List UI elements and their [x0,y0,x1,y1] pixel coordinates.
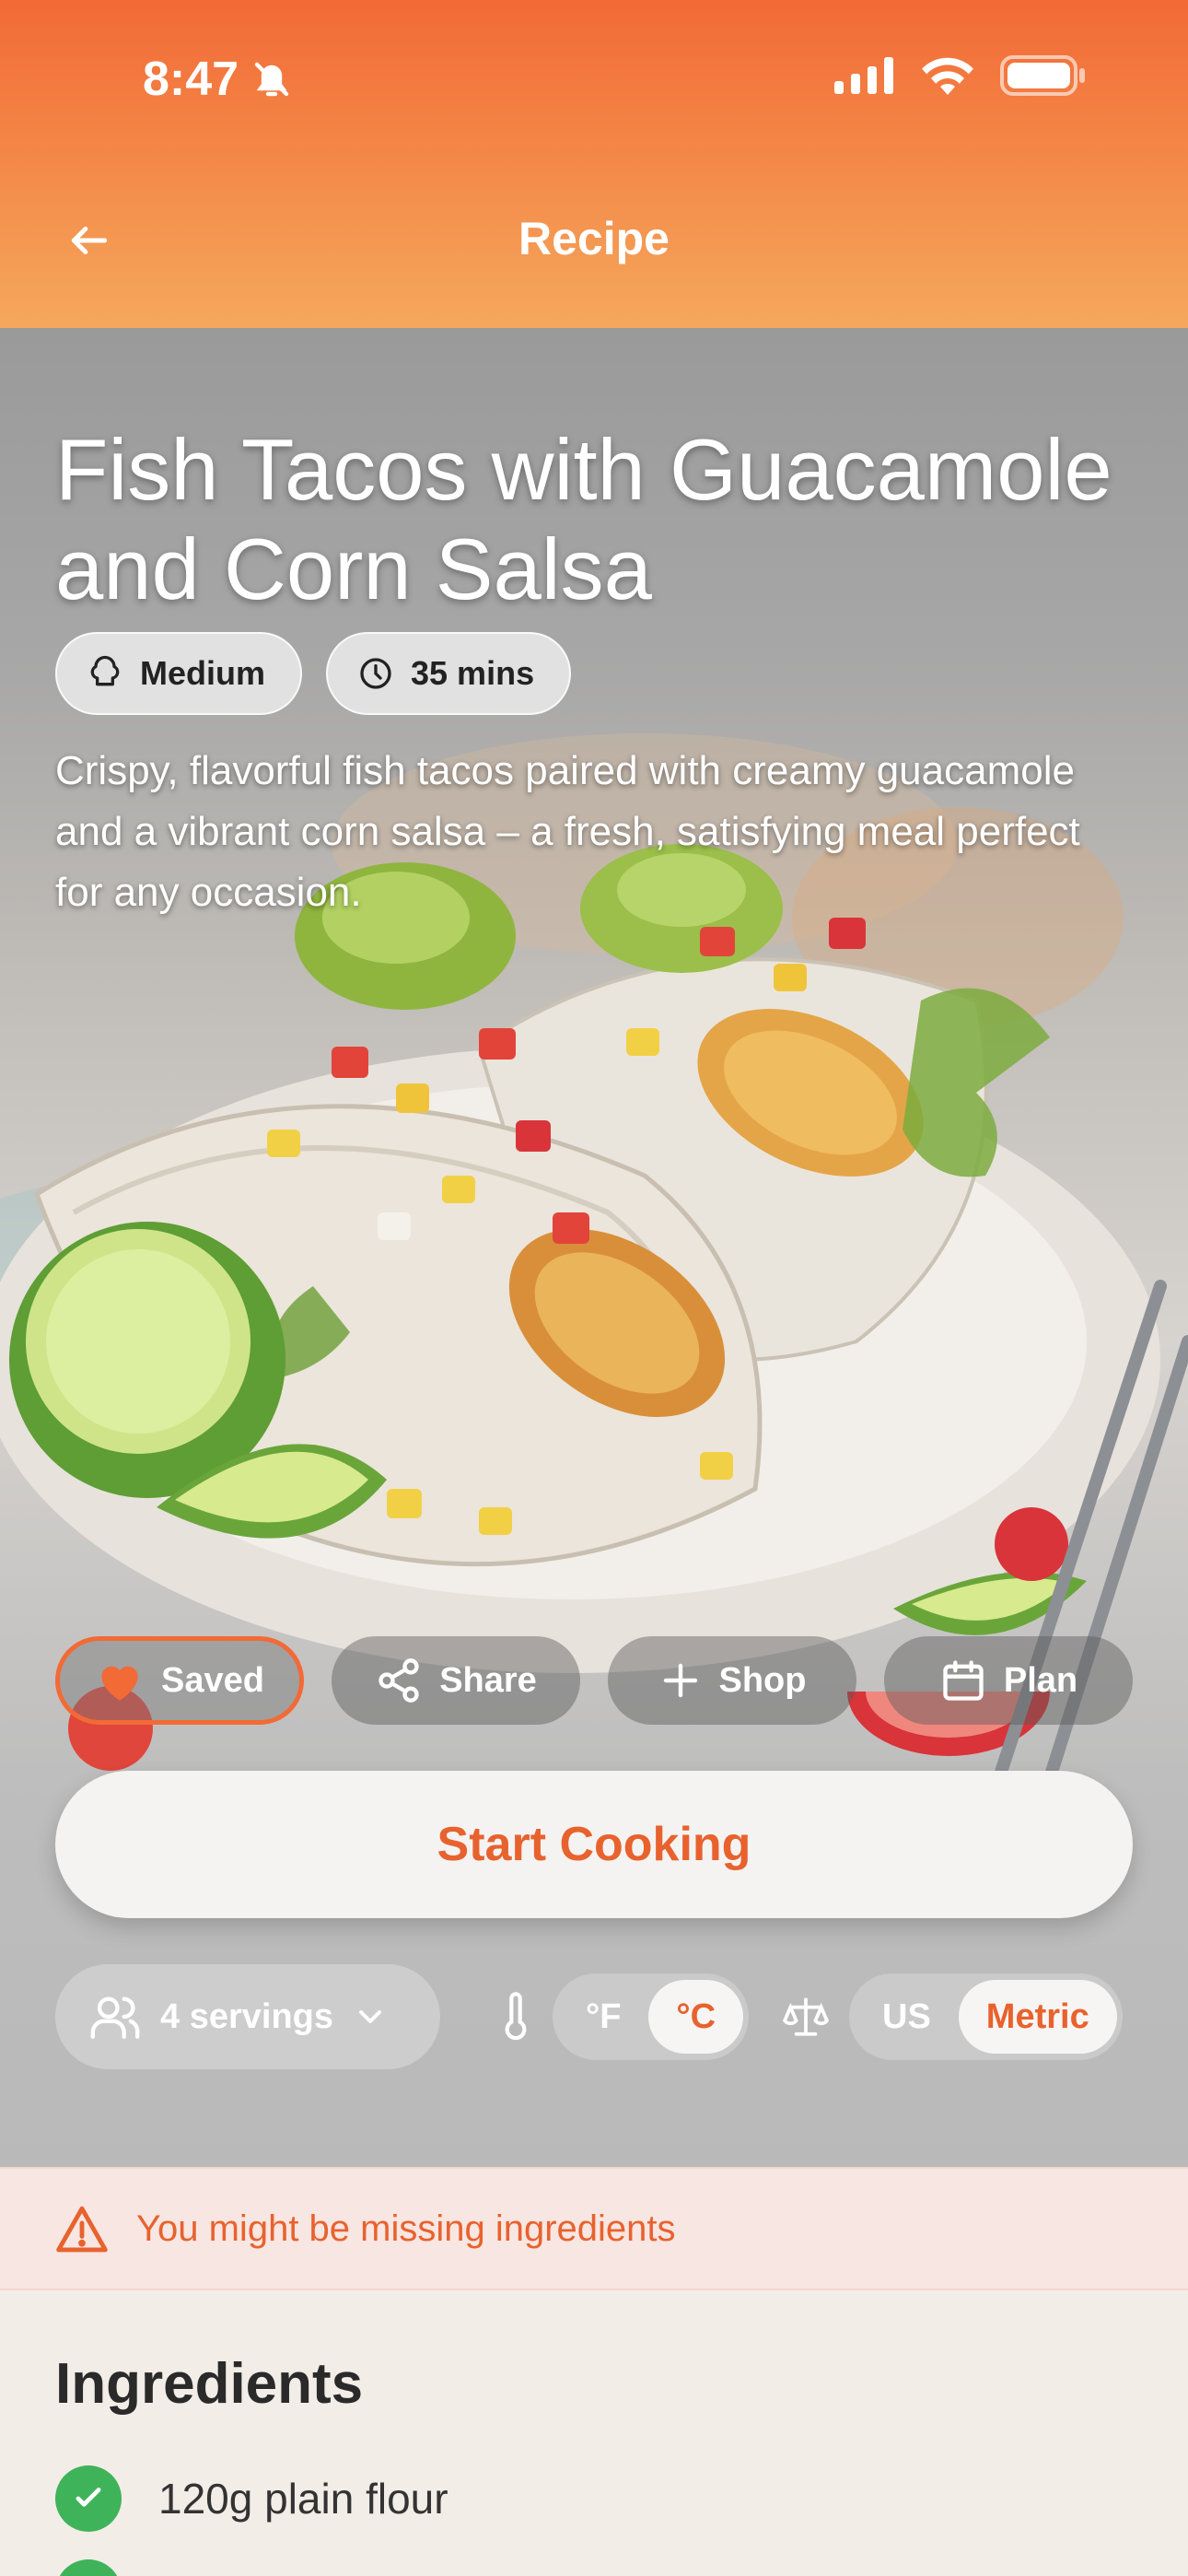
celsius-option[interactable]: °C [648,1980,744,2054]
missing-ingredients-alert[interactable]: You might be missing ingredients [0,2167,1188,2290]
duration-badge: 35 mins [326,632,572,715]
wifi-icon [922,57,973,95]
top-header: 8:47 Recipe [0,0,1188,328]
start-cooking-button[interactable]: Start Cooking [55,1771,1133,1918]
duration-label: 35 mins [411,654,535,692]
recipe-meta: Medium 35 mins [55,632,572,715]
servings-label: 4 servings [160,1996,333,2036]
ingredient-item[interactable]: 120g plain flour [55,2465,448,2532]
ingredient-item-partial[interactable] [55,2559,122,2576]
ingredient-label: 120g plain flour [158,2475,448,2523]
warning-icon [56,2206,108,2253]
recipe-description: Crispy, flavorful fish tacos paired with… [55,748,1080,915]
chef-hat-icon [90,655,120,686]
status-time-text: 8:47 [143,53,239,106]
bell-muted-icon [254,62,289,97]
fahrenheit-option[interactable]: °F [558,1980,648,2054]
difficulty-label: Medium [140,654,266,692]
recipe-controls: 4 servings °F °C US Metric [55,1964,1133,2069]
plan-button[interactable]: Plan [884,1636,1133,1725]
calendar-icon [943,1660,984,1701]
check-icon[interactable] [55,2559,122,2576]
shop-label: Shop [718,1660,807,1700]
battery-icon [1000,55,1085,96]
shop-button[interactable]: Shop [608,1636,856,1725]
status-icons [834,55,1085,96]
servings-dropdown[interactable]: 4 servings [55,1964,440,2069]
action-bar: Saved Share Shop Plan [55,1636,1133,1725]
status-time: 8:47 [143,52,294,107]
scale-icon [783,1997,829,2036]
chevron-down-icon [359,2010,381,2023]
alert-text: You might be missing ingredients [136,2207,676,2249]
saved-label: Saved [161,1660,264,1700]
check-icon[interactable] [55,2465,122,2532]
page-title: Recipe [518,213,670,264]
plan-label: Plan [1003,1660,1078,1700]
temperature-toggle: °F °C [553,1973,750,2060]
plus-icon [663,1663,697,1698]
share-label: Share [439,1660,537,1700]
thermometer-icon [505,1992,527,2041]
ingredients-section: Ingredients 120g plain flour [0,2290,1188,2576]
heart-icon [101,1666,138,1701]
clock-icon [360,658,391,689]
share-button[interactable]: Share [332,1636,580,1725]
us-units-option[interactable]: US [855,1980,959,2054]
difficulty-badge: Medium [55,632,303,715]
people-icon [90,1996,140,2039]
recipe-title: Fish Tacos with Guacamole and Corn Salsa [55,421,1112,617]
measurement-toggle: US Metric [849,1973,1123,2060]
ingredients-heading: Ingredients [55,2352,364,2416]
recipe-hero: Fish Tacos with Guacamole and Corn Salsa… [0,328,1188,2171]
signal-icon [834,57,893,94]
share-icon [379,1658,419,1703]
saved-button[interactable]: Saved [55,1636,304,1725]
metric-units-option[interactable]: Metric [958,1980,1117,2054]
